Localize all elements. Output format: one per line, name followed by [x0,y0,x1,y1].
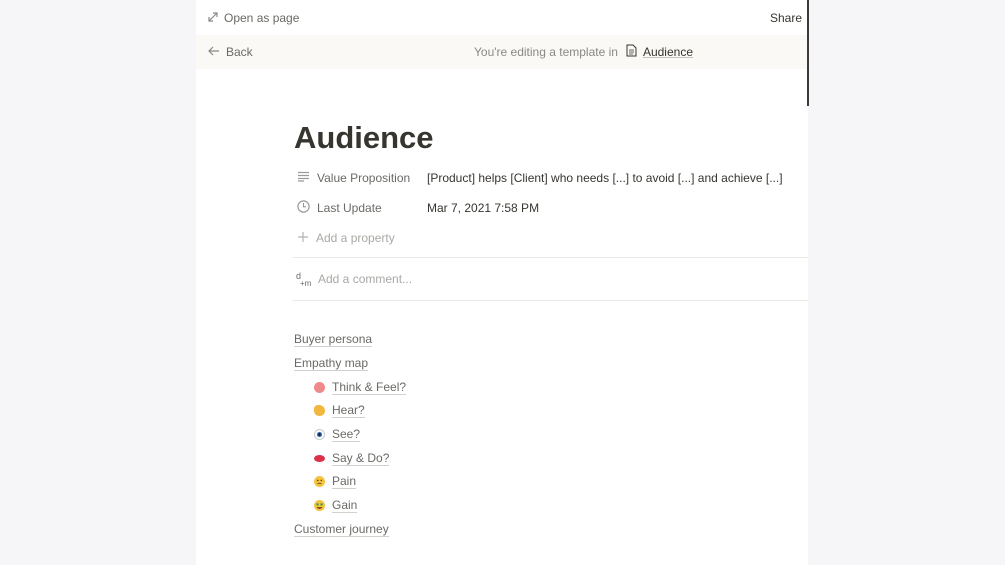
empathy-map-link[interactable]: Empathy map [294,356,369,372]
divider [292,257,808,258]
see-link[interactable]: See? [332,427,361,443]
eye-icon [314,429,325,441]
clock-icon [297,200,310,216]
gain-link[interactable]: Gain [332,498,358,514]
property-value-proposition[interactable]: Value Proposition [Product] helps [Clien… [294,166,783,190]
list-item: Buyer persona [294,328,406,352]
list-item: Hear? [294,399,406,423]
page-title[interactable]: Audience [294,120,434,156]
svg-text:+m: +m [300,279,312,288]
customer-journey-link[interactable]: Customer journey [294,522,389,537]
lips-icon [314,454,325,462]
arrow-left-icon [208,45,220,59]
money-face-icon [314,500,325,512]
template-banner: Back You're editing a template in Audien… [196,35,808,69]
list-item: See? [294,423,406,447]
share-button[interactable]: Share [770,11,802,25]
pain-link[interactable]: Pain [332,474,357,490]
divider [292,300,808,301]
template-notice-text: You're editing a template in [474,45,618,59]
template-parent-link[interactable]: Audience [626,44,693,60]
expand-icon [208,11,218,25]
avatar: d +m [294,270,312,288]
comment-placeholder: Add a comment... [318,272,413,286]
think-feel-link[interactable]: Think & Feel? [332,380,407,395]
plus-icon [297,231,309,246]
add-property-label: Add a property [316,231,395,245]
say-do-link[interactable]: Say & Do? [332,451,390,466]
add-property-button[interactable]: Add a property [294,226,427,250]
open-as-page-label: Open as page [224,10,300,25]
property-value[interactable]: [Product] helps [Client] who needs [...]… [427,171,783,185]
list-item: Say & Do? [294,446,406,470]
back-button[interactable]: Back [208,45,253,59]
sad-face-icon [314,476,325,488]
open-as-page-button[interactable]: Open as page [208,11,299,25]
page-icon [626,44,637,60]
comment-input[interactable]: d +m Add a comment... [294,270,412,288]
template-notice: You're editing a template in Audience [474,44,693,60]
ear-icon [314,405,325,417]
property-last-update[interactable]: Last Update Mar 7, 2021 7:58 PM [294,196,539,220]
window-edge [807,0,809,106]
property-value: Mar 7, 2021 7:58 PM [427,201,540,215]
list-item: Pain [294,470,406,494]
property-label: Last Update [317,201,382,215]
top-bar: Open as page Share [196,0,808,35]
list-item: Empathy map [294,352,406,376]
back-label: Back [226,45,253,59]
list-item: Gain [294,494,406,518]
link-list: Buyer persona Empathy map Think & Feel? … [294,328,407,542]
brain-icon [314,381,325,393]
hear-link[interactable]: Hear? [332,403,365,419]
template-parent-name: Audience [642,45,693,59]
property-label: Value Proposition [317,171,411,185]
list-item: Customer journey [294,518,406,542]
buyer-persona-link[interactable]: Buyer persona [294,332,373,348]
text-lines-icon [297,171,310,185]
template-panel: Open as page Share Back You're editing a… [196,0,808,565]
list-item: Think & Feel? [294,375,407,399]
